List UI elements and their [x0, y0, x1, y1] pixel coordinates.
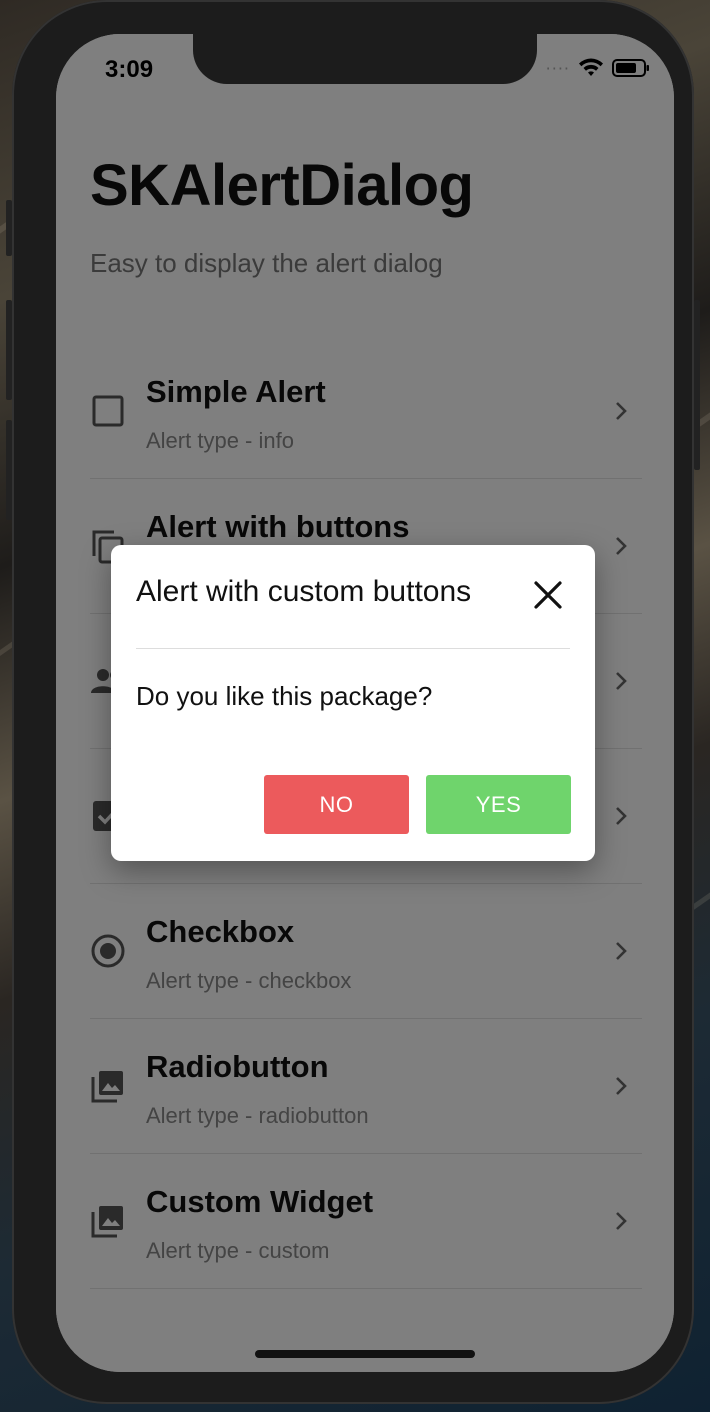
status-time: 3:09	[105, 56, 154, 83]
wifi-icon	[579, 58, 603, 76]
yes-button[interactable]: YES	[426, 775, 571, 834]
notch	[193, 34, 537, 84]
dialog-title: Alert with custom buttons	[136, 575, 472, 608]
dialog-divider	[136, 648, 570, 649]
alert-dialog: Alert with custom buttons Do you like th…	[111, 545, 595, 861]
no-button[interactable]: NO	[264, 775, 409, 834]
signal-icon: ····	[545, 58, 570, 78]
home-indicator[interactable]	[255, 1350, 475, 1358]
battery-icon	[612, 59, 649, 77]
status-icons: ····	[546, 58, 650, 78]
dialog-message: Do you like this package?	[136, 681, 433, 711]
close-icon[interactable]	[533, 580, 563, 610]
